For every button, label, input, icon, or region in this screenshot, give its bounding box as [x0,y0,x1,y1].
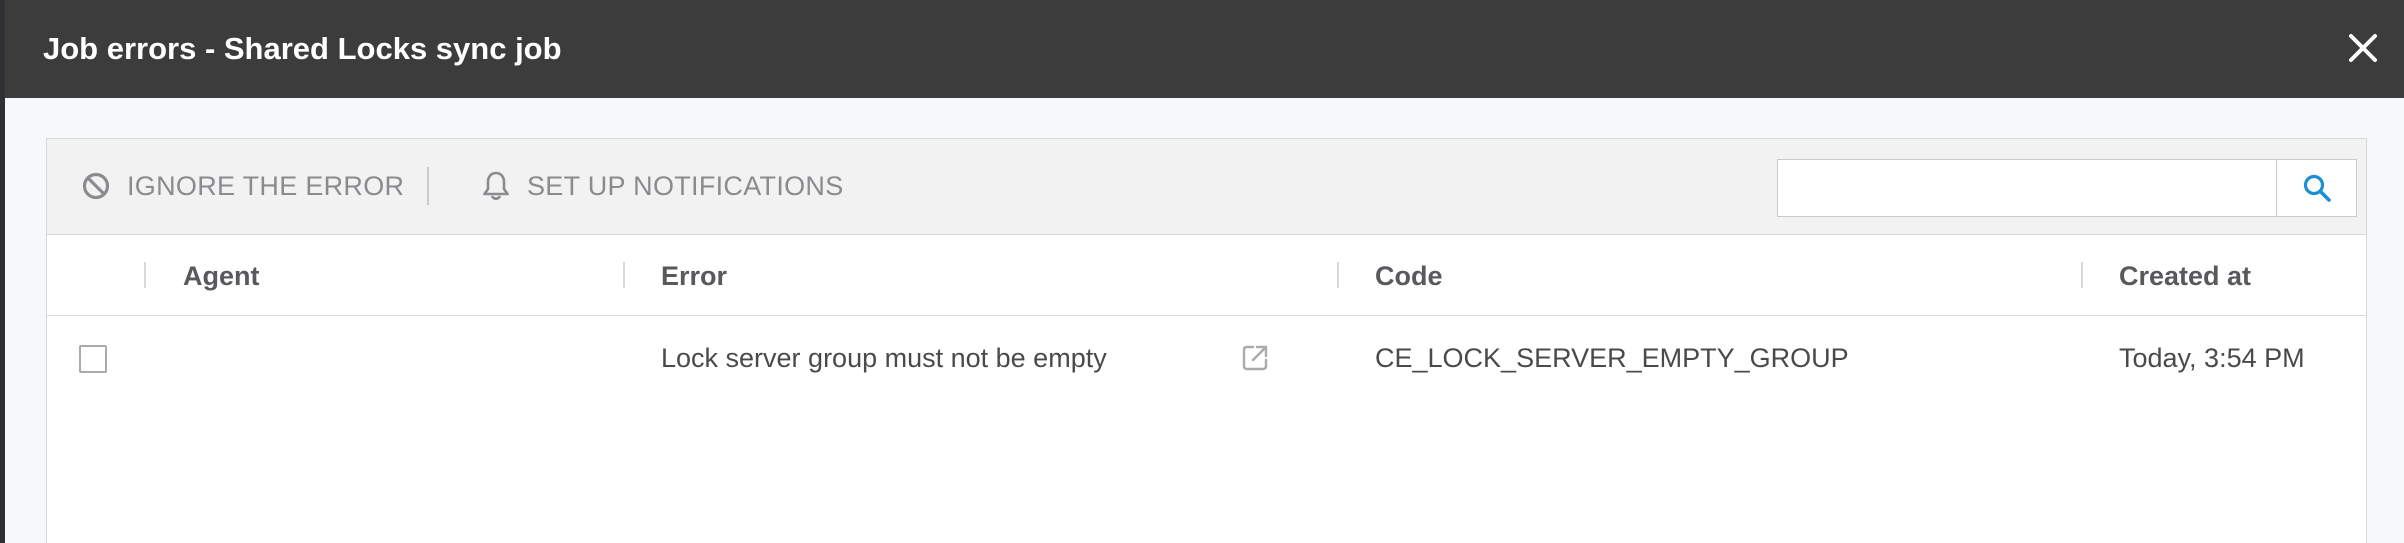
set-up-notifications-label: SET UP NOTIFICATIONS [527,170,844,201]
search-input[interactable] [1778,160,2276,216]
column-header-error[interactable]: Error [661,236,727,316]
external-link-button[interactable] [1240,343,1270,378]
column-divider [623,262,625,288]
errors-panel: IGNORE THE ERROR SET UP NOTIFICATIONS Ag… [46,138,2367,543]
row-checkbox[interactable] [79,345,107,373]
search-button[interactable] [2276,160,2356,216]
cell-code: CE_LOCK_SERVER_EMPTY_GROUP [1375,342,1849,373]
column-divider [1337,262,1339,288]
column-divider [2081,262,2083,288]
external-link-icon [1242,345,1268,371]
search-icon [2303,174,2331,202]
bell-icon [481,170,511,202]
modal-header: Job errors - Shared Locks sync job [5,0,2404,98]
cell-created-at: Today, 3:54 PM [2119,342,2305,373]
column-header-code[interactable]: Code [1375,236,1443,316]
set-up-notifications-button[interactable]: SET UP NOTIFICATIONS [481,166,844,206]
toolbar: IGNORE THE ERROR SET UP NOTIFICATIONS [47,139,2366,235]
modal-title: Job errors - Shared Locks sync job [43,31,562,66]
job-errors-modal: Job errors - Shared Locks sync job IGNOR… [5,0,2404,543]
table-row[interactable]: Lock server group must not be empty CE_L… [47,317,2366,399]
close-icon [2349,34,2377,62]
column-header-agent[interactable]: Agent [183,236,260,316]
toolbar-divider [427,167,429,205]
cell-error: Lock server group must not be empty [661,342,1107,373]
search-box [1777,159,2357,217]
block-icon [81,171,111,201]
ignore-error-button[interactable]: IGNORE THE ERROR [81,166,404,206]
column-divider [144,262,146,288]
column-header-created-at[interactable]: Created at [2119,236,2251,316]
ignore-error-label: IGNORE THE ERROR [127,170,405,201]
table-header: Agent Error Code Created at [47,236,2366,316]
close-button[interactable] [2348,33,2378,63]
